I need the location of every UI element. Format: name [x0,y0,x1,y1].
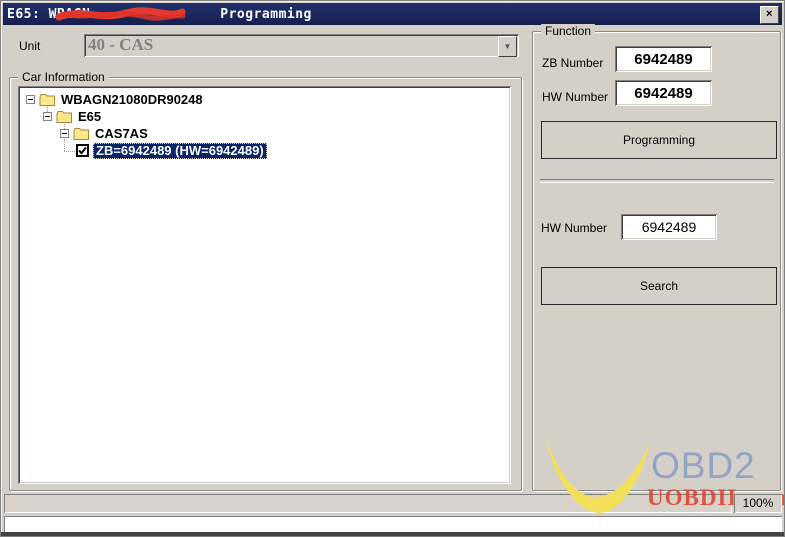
folder-icon [73,127,90,141]
zb-number-field[interactable] [615,46,712,72]
unit-label: Unit [19,39,40,53]
car-information-group: Car Information WBAGN21080DR90248 [9,77,522,491]
function-group: Function ZB Number HW Number Programming… [532,31,781,491]
search-button[interactable]: Search [541,267,777,305]
tree-row[interactable]: WBAGN21080DR90248 [26,91,203,108]
collapse-icon[interactable] [26,95,35,104]
tree-row[interactable]: ZB=6942489 (HW=6942489) [76,142,267,159]
folder-icon [56,110,73,124]
collapse-icon[interactable] [60,129,69,138]
hw-number-search-field[interactable] [621,214,717,240]
titlebar: E65: WBAGN Programming × [3,3,782,25]
folder-icon [39,93,56,107]
close-icon: × [766,8,773,20]
zb-number-label: ZB Number [542,56,603,70]
tree-item-label[interactable]: E65 [78,109,101,124]
collapse-icon[interactable] [43,112,52,121]
tree-item-checkbox[interactable] [76,144,89,157]
tree-item-label[interactable]: CAS7AS [95,126,148,141]
hw-number-label: HW Number [542,90,608,104]
function-title: Function [541,24,595,38]
car-information-title: Car Information [18,70,109,84]
programming-button[interactable]: Programming [541,121,777,159]
hw-number-search-label: HW Number [541,221,607,235]
tree-item-label-selected[interactable]: ZB=6942489 (HW=6942489) [93,143,267,159]
unit-combobox-value: 40 - CAS [88,35,499,56]
zoom-percent-badge: 100% [734,494,782,513]
car-information-tree[interactable]: WBAGN21080DR90248 E65 CAS7AS [18,86,511,484]
title-text-suffix: Programming [220,7,312,22]
close-button[interactable]: × [760,6,779,24]
title-text-prefix: E65: WBAGN [7,7,90,22]
status-message-field [4,516,782,533]
window-bottom-edge [1,532,784,536]
hw-number-field[interactable] [615,80,712,106]
chevron-down-icon: ▼ [504,42,512,51]
tree-row[interactable]: CAS7AS [60,125,148,142]
dropdown-button[interactable]: ▼ [498,36,517,57]
app-window: E65: WBAGN Programming × Unit 40 - CAS ▼… [0,0,785,537]
zoom-percent-value: 100% [743,496,774,510]
separator [540,179,774,183]
tree-connector [64,151,75,153]
tree-row[interactable]: E65 [43,108,101,125]
unit-combobox[interactable]: 40 - CAS ▼ [84,34,519,57]
tree-item-label[interactable]: WBAGN21080DR90248 [61,92,203,107]
check-icon [78,146,87,155]
progress-bar [4,494,732,513]
